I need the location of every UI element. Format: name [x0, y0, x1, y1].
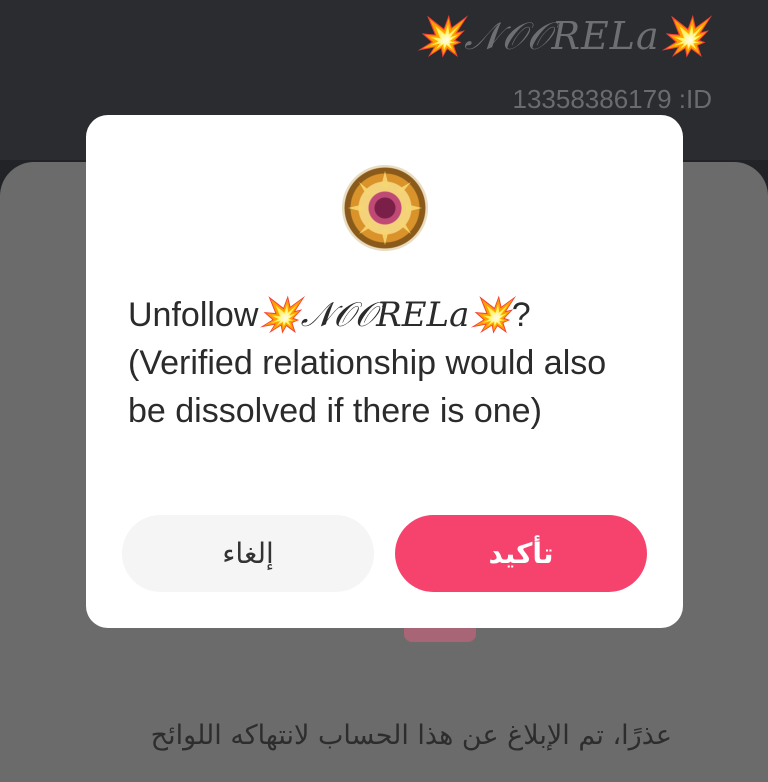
- message-prefix: Unfollow: [128, 296, 259, 334]
- account-reported-notice: عذرًا، تم الإبلاغ عن هذا الحساب لانتهاكه…: [150, 720, 672, 751]
- message-username: 💥𝒩𝒪𝒪𝑅𝐸𝐿a💥: [258, 295, 512, 335]
- unfollow-dialog: Unfollow💥𝒩𝒪𝒪𝑅𝐸𝐿a💥? (Verified relationshi…: [86, 115, 683, 628]
- confirm-button[interactable]: تأكيد: [395, 515, 647, 592]
- avatar: [342, 165, 428, 251]
- cancel-button[interactable]: إلغاء: [122, 515, 374, 592]
- follow-button-partial: [404, 626, 476, 642]
- profile-id: 13358386179 :ID: [512, 84, 712, 114]
- unfollow-message: Unfollow💥𝒩𝒪𝒪𝑅𝐸𝐿a💥? (Verified relationshi…: [128, 291, 638, 435]
- avatar-ornament-icon: [348, 171, 422, 245]
- profile-name: 💥𝒩𝒪𝒪𝑅𝐸𝐿a💥: [415, 14, 708, 58]
